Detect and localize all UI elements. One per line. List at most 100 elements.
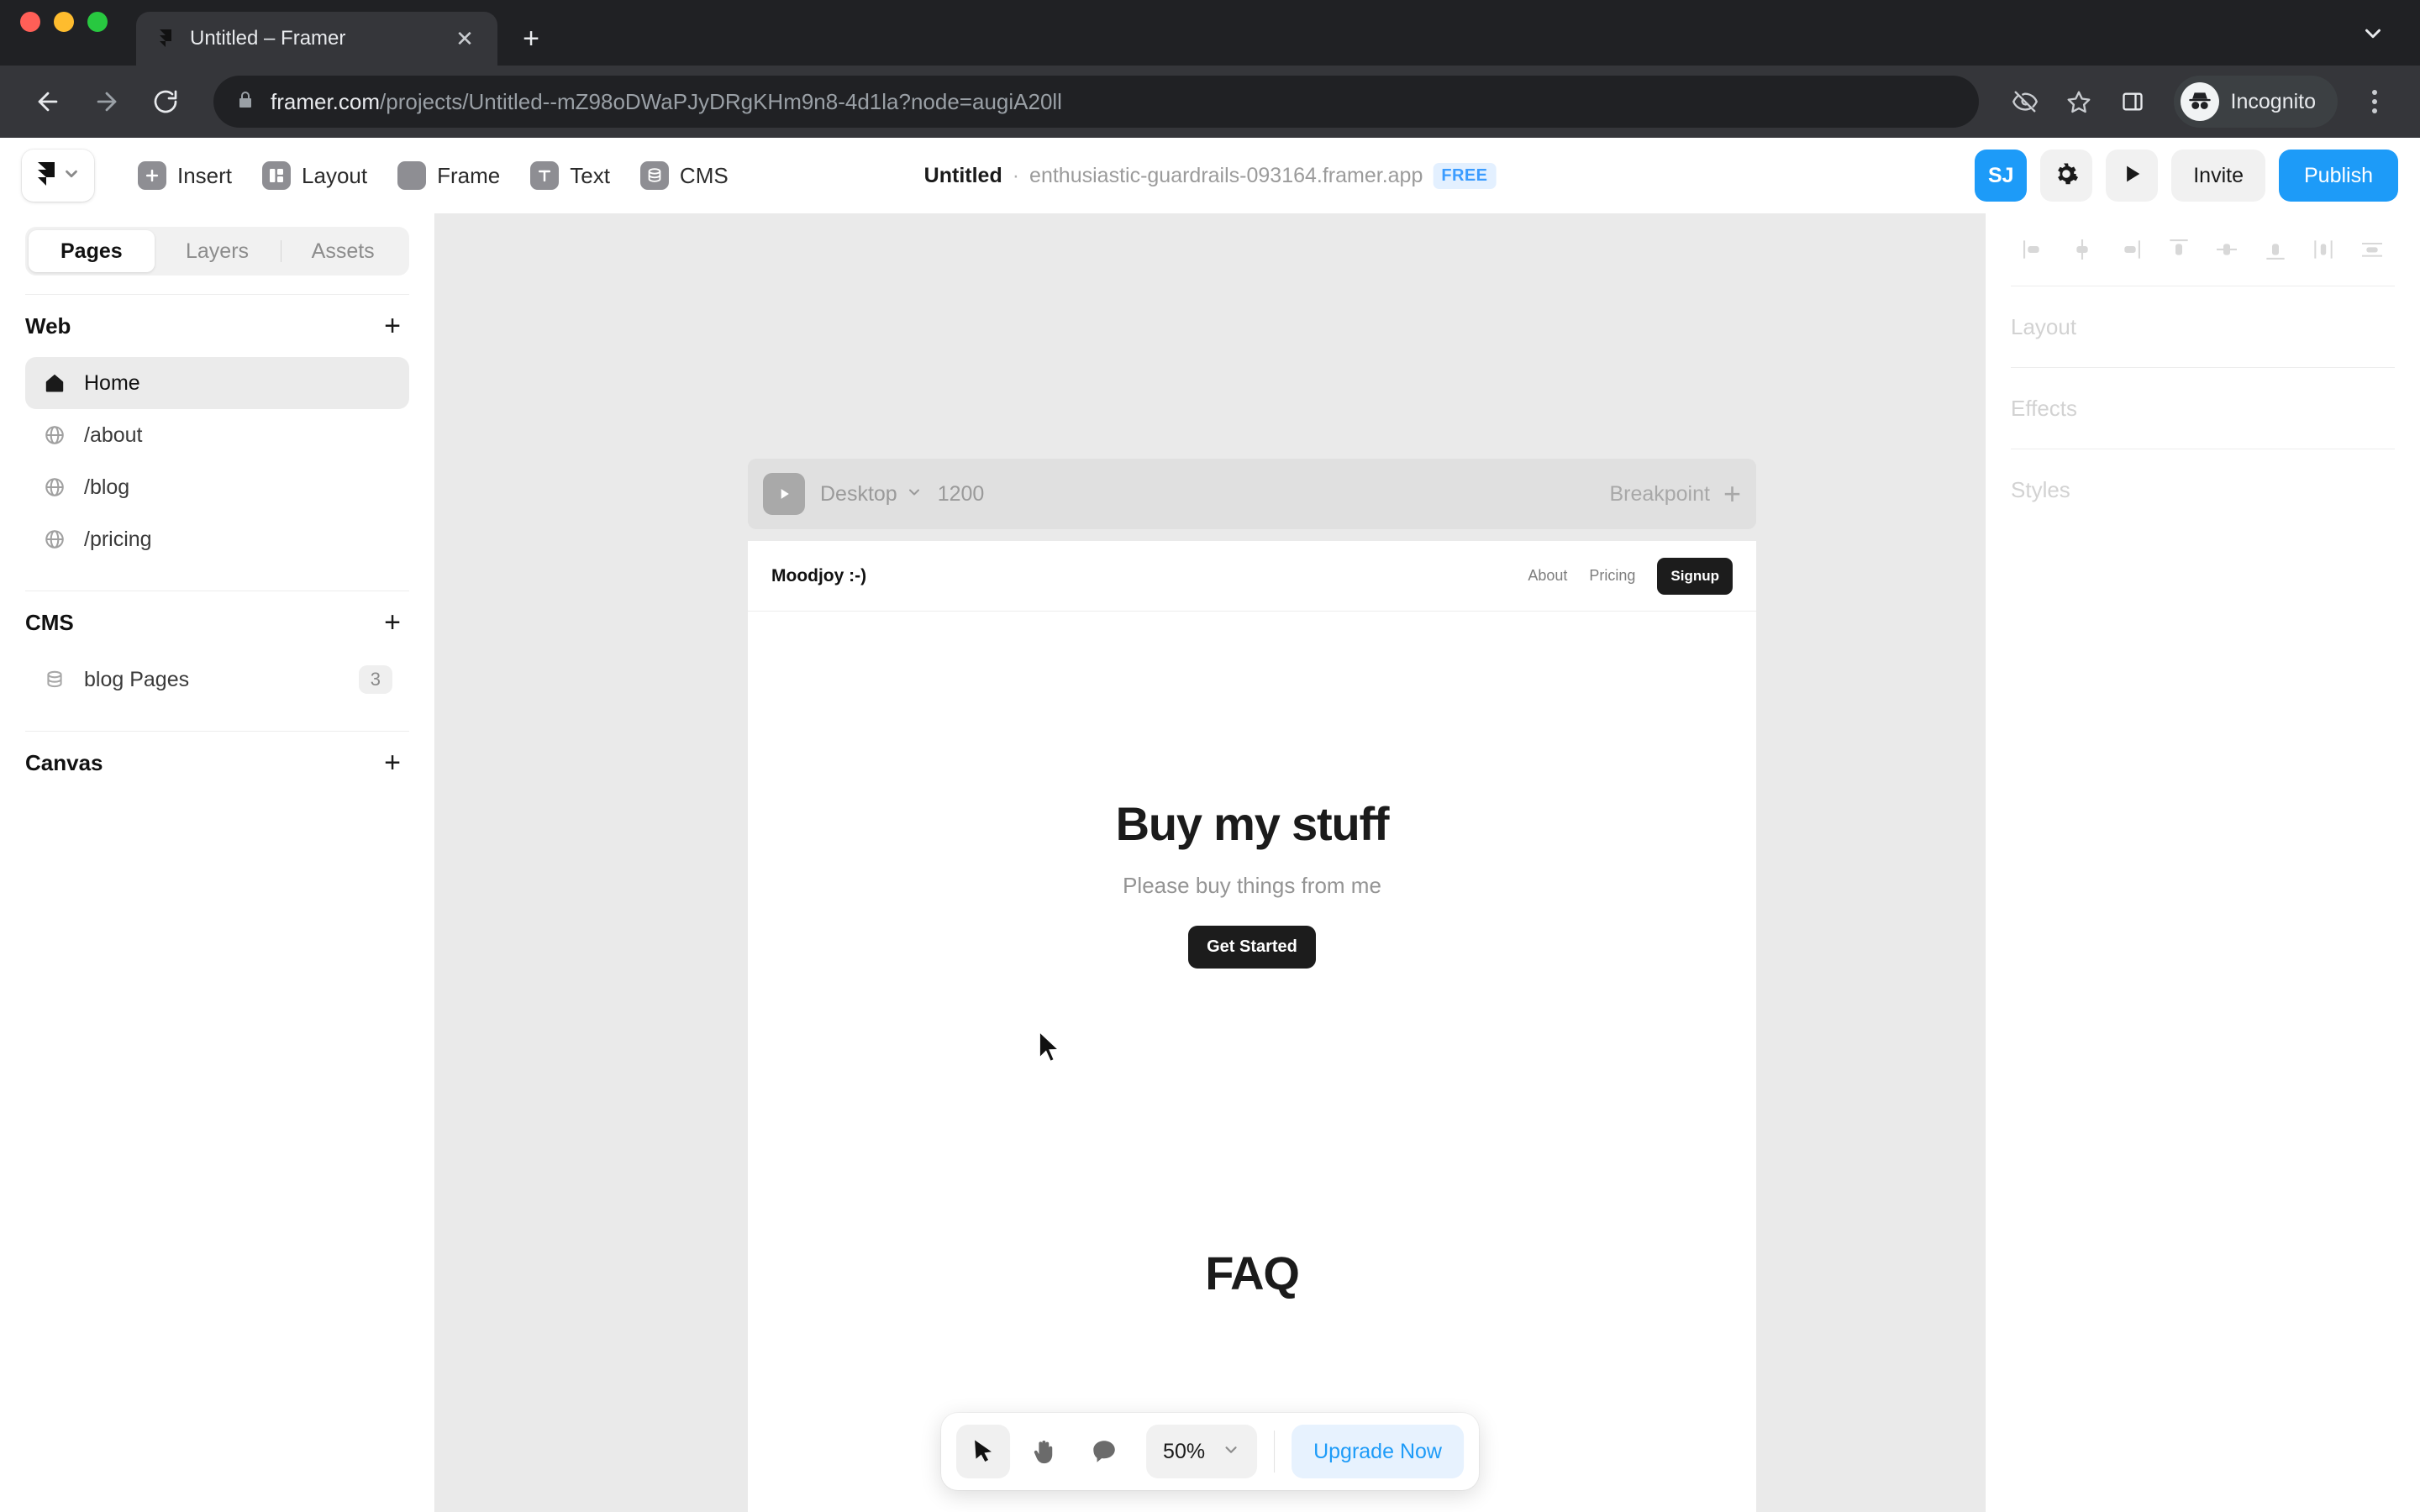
preview-nav-link-about[interactable]: About	[1528, 567, 1567, 585]
forward-button[interactable]	[81, 76, 133, 128]
section-header-cms: CMS +	[25, 591, 409, 654]
minimize-window-button[interactable]	[54, 12, 74, 32]
browser-tab-title: Untitled – Framer	[190, 27, 346, 50]
comment-tool-button[interactable]	[1077, 1425, 1131, 1478]
reload-button[interactable]	[139, 76, 192, 128]
close-tab-button[interactable]: ✕	[450, 24, 479, 53]
database-icon	[639, 161, 669, 190]
add-canvas-button[interactable]: +	[376, 746, 409, 780]
incognito-profile-button[interactable]: Incognito	[2173, 76, 2338, 128]
project-domain[interactable]: enthusiastic-guardrails-093164.framer.ap…	[1029, 164, 1423, 188]
close-window-button[interactable]	[20, 12, 40, 32]
hand-tool-button[interactable]	[1017, 1425, 1071, 1478]
preview-signup-button[interactable]: Signup	[1657, 557, 1733, 595]
sidebar-item-about[interactable]: /about	[25, 409, 409, 461]
align-left-icon[interactable]	[2014, 230, 2053, 269]
design-canvas[interactable]: Desktop 1200 Breakpoint + Moodjoy :-) Ab…	[435, 213, 1985, 1512]
text-t-icon	[530, 161, 560, 190]
invite-button[interactable]: Invite	[2171, 150, 2265, 202]
upgrade-now-button[interactable]: Upgrade Now	[1292, 1425, 1464, 1478]
add-breakpoint-button[interactable]: +	[1723, 479, 1741, 509]
sidebar-item-label: /pricing	[84, 527, 152, 551]
globe-icon	[42, 527, 67, 552]
sidebar-item-blog-pages[interactable]: blog Pages 3	[25, 654, 409, 706]
align-top-icon[interactable]	[2160, 230, 2198, 269]
section-styles[interactable]: Styles	[2011, 449, 2395, 530]
url-host: framer.com	[271, 88, 381, 114]
align-right-icon[interactable]	[2111, 230, 2149, 269]
add-web-page-button[interactable]: +	[376, 309, 409, 343]
breakpoint-width-value[interactable]: 1200	[938, 482, 985, 507]
sidebar-item-home[interactable]: Home	[25, 357, 409, 409]
tab-assets[interactable]: Assets	[280, 230, 406, 272]
window-traffic-lights	[20, 0, 108, 66]
tab-layers[interactable]: Layers	[155, 230, 281, 272]
breakpoint-bar[interactable]: Desktop 1200 Breakpoint +	[748, 459, 1756, 529]
sidebar-tab-group: Pages Layers Assets	[25, 227, 409, 276]
preview-hero-title[interactable]: Buy my stuff	[748, 796, 1756, 851]
project-name[interactable]: Untitled	[924, 164, 1002, 188]
browser-tab[interactable]: Untitled – Framer ✕	[136, 12, 497, 66]
incognito-hat-icon	[2180, 82, 2219, 121]
toolbar-item-cms[interactable]: CMS	[629, 153, 740, 198]
toolbar-item-label: Frame	[437, 162, 501, 188]
layout-columns-icon	[262, 161, 292, 190]
framer-menu-button[interactable]	[22, 150, 94, 202]
sidebar-item-blog[interactable]: /blog	[25, 461, 409, 513]
toolbar-item-text[interactable]: Text	[518, 153, 622, 198]
item-count-badge: 3	[358, 665, 392, 694]
zoom-level-value: 50%	[1163, 1439, 1206, 1463]
back-button[interactable]	[22, 76, 74, 128]
star-icon[interactable]	[2054, 77, 2103, 126]
chevron-down-icon	[906, 482, 923, 507]
publish-button[interactable]: Publish	[2279, 150, 2398, 202]
page-preview-frame[interactable]: Moodjoy :-) About Pricing Signup Buy my …	[748, 541, 1756, 1512]
new-tab-button[interactable]: +	[508, 15, 555, 62]
sidebar-item-label: Home	[84, 370, 140, 395]
preview-faq-title[interactable]: FAQ	[748, 1246, 1756, 1300]
zoom-level-select[interactable]: 50%	[1146, 1425, 1258, 1478]
framer-topbar-actions: SJ Invite Publish	[1975, 150, 2398, 202]
preview-button[interactable]	[2106, 150, 2159, 202]
preview-get-started-button[interactable]: Get Started	[1188, 926, 1316, 969]
toolbar-item-insert[interactable]: Insert	[126, 153, 244, 198]
breakpoint-device-select[interactable]: Desktop	[820, 482, 923, 507]
align-bottom-icon[interactable]	[2256, 230, 2295, 269]
framer-logo-icon	[155, 28, 176, 50]
canvas-bottom-toolbar: 50% Upgrade Now	[941, 1413, 1479, 1490]
framer-topbar: Insert Layout Frame Text CMS Untitled · …	[0, 138, 2420, 213]
section-layout[interactable]: Layout	[2011, 286, 2395, 367]
align-vertical-center-icon[interactable]	[2207, 230, 2246, 269]
preview-hero-subtitle[interactable]: Please buy things from me	[748, 873, 1756, 899]
sidebar-item-label: /about	[84, 423, 143, 447]
preview-logo[interactable]: Moodjoy :-)	[771, 566, 866, 586]
gear-icon	[2054, 161, 2079, 191]
settings-button[interactable]	[2040, 150, 2093, 202]
side-panel-icon[interactable]	[2108, 77, 2157, 126]
browser-toolbar: framer.com/projects/Untitled--mZ98oDWaPJ…	[0, 66, 2420, 138]
sidebar-item-pricing[interactable]: /pricing	[25, 513, 409, 565]
kebab-menu-icon[interactable]	[2351, 78, 2398, 125]
align-horizontal-center-icon[interactable]	[2063, 230, 2102, 269]
section-effects[interactable]: Effects	[2011, 368, 2395, 449]
maximize-window-button[interactable]	[87, 12, 108, 32]
avatar[interactable]: SJ	[1975, 150, 2028, 202]
right-sidebar: Layout Effects Styles	[1985, 213, 2420, 1512]
eye-off-icon[interactable]	[2001, 77, 2049, 126]
add-cms-collection-button[interactable]: +	[376, 606, 409, 639]
play-icon[interactable]	[763, 473, 805, 515]
preview-nav-link-pricing[interactable]: Pricing	[1589, 567, 1635, 585]
toolbar-item-layout[interactable]: Layout	[250, 153, 379, 198]
chevron-down-icon[interactable]	[2354, 15, 2391, 52]
toolbar-item-frame[interactable]: Frame	[386, 153, 512, 198]
incognito-label: Incognito	[2230, 89, 2316, 113]
section-header-canvas: Canvas +	[25, 732, 409, 794]
distribute-vertical-icon[interactable]	[2353, 230, 2391, 269]
section-header-web: Web +	[25, 295, 409, 357]
tab-pages[interactable]: Pages	[29, 230, 155, 272]
sidebar-item-label: blog Pages	[84, 667, 190, 691]
distribute-horizontal-icon[interactable]	[2304, 230, 2343, 269]
breakpoint-label: Breakpoint	[1609, 481, 1710, 506]
cursor-tool-button[interactable]	[956, 1425, 1011, 1478]
address-bar[interactable]: framer.com/projects/Untitled--mZ98oDWaPJ…	[213, 76, 1979, 128]
